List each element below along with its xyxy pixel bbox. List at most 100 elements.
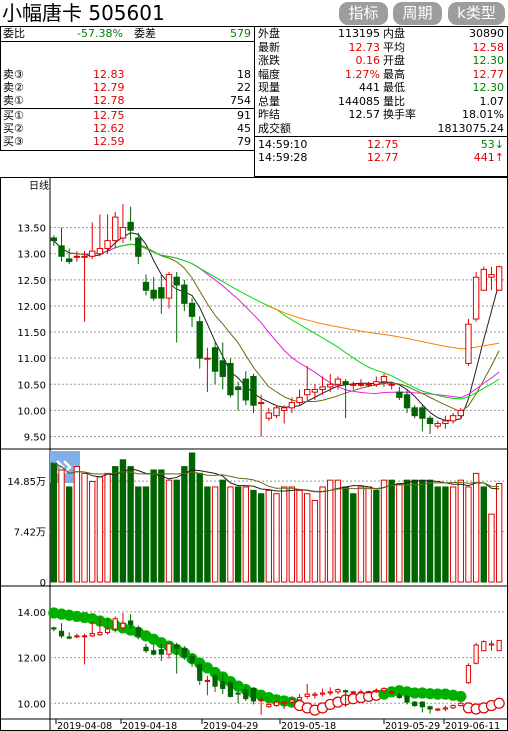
volume-tick-label: 0 [40,578,46,589]
volume-bar [296,489,303,583]
volume-bar [142,486,150,583]
volume-bar [58,469,65,583]
candle-body [135,237,142,257]
buy-3-row[interactable]: 买③ 12.59 79 [1,136,254,148]
indicator-button[interactable]: 指标 [339,2,388,25]
indicator-candle-body [204,679,211,682]
candle-body [142,281,150,291]
indicator-candle-body [243,689,249,700]
price-tick-label: 9.50 [24,433,46,444]
volume-bar [135,486,142,583]
indicator-candle-body [220,681,226,689]
candle-body [373,381,380,385]
buy-2-price: 12.62 [93,122,125,135]
candle-body [219,360,226,377]
indicator-candle-body [181,647,187,657]
indicator-candle-body [450,705,456,709]
indicator-candle-body [97,631,103,636]
kline-type-button[interactable]: k类型 [448,2,505,25]
volume-bar [396,483,403,583]
indicator-candle-body [350,691,356,694]
volume-bar [50,462,58,583]
indicator-candle-body [151,650,157,655]
sell-3-row[interactable]: 卖③ 12.83 18 [1,69,254,81]
stat-value: 144085 [338,94,380,108]
stat-label: 开盘 [383,54,405,67]
weibi-row: 委比 -57.38% 委差 579 [1,28,254,40]
indicator-candle-body [296,697,303,701]
candle-body [234,386,242,391]
sell-1-price: 12.78 [93,94,125,107]
volume-bar [280,486,288,583]
volume-bar [89,481,96,583]
stat-value: 113195 [338,27,380,40]
candle-body [403,394,411,409]
indicator-candle-body [281,701,287,704]
volume-bar [434,486,441,583]
volume-bar [319,486,326,583]
volume-bar [158,469,165,583]
tick-time: 14:59:28 [258,151,308,164]
volume-bar [181,466,188,583]
volume-bar [449,486,457,583]
weicha-label: 委差 [134,27,156,40]
buy-2-row[interactable]: 买② 12.62 45 [1,123,254,135]
indicator-candle-body [327,691,333,694]
volume-bar [273,493,280,583]
stat-value: 1.07 [479,94,505,108]
volume-bar [119,459,127,583]
indicator-candle-body [304,693,310,697]
tick-price: 12.77 [367,151,399,164]
stat-value: 12.30 [472,81,505,94]
date-label: 2019-04-18 [122,721,177,731]
price-tick-label: 10.00 [17,406,46,417]
candle-body [150,289,157,299]
volume-bar [242,486,249,583]
indicator-candle-body [197,663,203,681]
indicator-candle-body [481,641,487,652]
indicator-candle-body [58,630,65,637]
volume-bar [327,479,334,583]
stat-label: 昨结 [258,108,280,121]
sell-1-row[interactable]: 卖① 12.78 754 [1,95,254,107]
buy-1-price: 12.75 [93,109,125,122]
date-label: 2019-06-11 [445,721,500,731]
indicator-candle-body [189,655,195,663]
stat-row: 最新 12.73 平均 12.58 [255,40,507,54]
stat-label: 量比 [383,94,405,108]
candle-body [165,274,173,299]
stat-value: 12.57 [348,108,381,121]
stat-label: 最高 [383,67,405,81]
stats-panel: 外盘 113195 内盘 30890 最新 12.73 平均 12.58 涨跌 0.16 开盘 12.… [254,26,508,177]
candle-body [196,321,203,359]
tick-volume: 441↑ [473,151,504,164]
indicator-candle-body [381,687,387,692]
candle-body [50,237,58,242]
indicator-candle-body [404,695,410,703]
sell-2-row[interactable]: 卖② 12.79 22 [1,82,254,94]
indicator-candle-body [435,708,441,711]
price-tick-label: 12.00 [17,302,46,313]
buy-1-row[interactable]: 买① 12.75 91 [1,110,254,122]
stat-value: 12.58 [472,40,505,54]
volume-bar [227,486,234,583]
volume-bar [288,486,296,583]
orderbook-panel: 委比 -57.38% 委差 579 卖③ 12.83 18 卖② 12.79 22 卖①… [0,26,255,151]
candle-body [288,402,296,409]
indicator-candle-body [473,644,479,664]
period-button[interactable]: 周期 [393,2,442,25]
indicator-tick-label: 10.00 [17,699,46,710]
indicator-candle-body [227,682,234,697]
stat-label: 涨跌 [258,54,280,67]
candle-body [280,407,288,411]
sell-3-label: 卖③ [3,68,24,81]
tick-time: 14:59:10 [258,138,308,151]
volume-bar [311,500,319,583]
volume-bar [334,479,342,583]
indicator-candle-body [427,706,433,710]
kline-chart[interactable]: 日线 13.50 13.00 12.50 12.00 11.50 11.00 10.50 10… [0,177,508,731]
volume-bar [219,479,226,583]
candle-body [273,407,280,417]
stat-row: 外盘 113195 内盘 30890 [255,28,507,40]
candle-body [380,375,388,383]
